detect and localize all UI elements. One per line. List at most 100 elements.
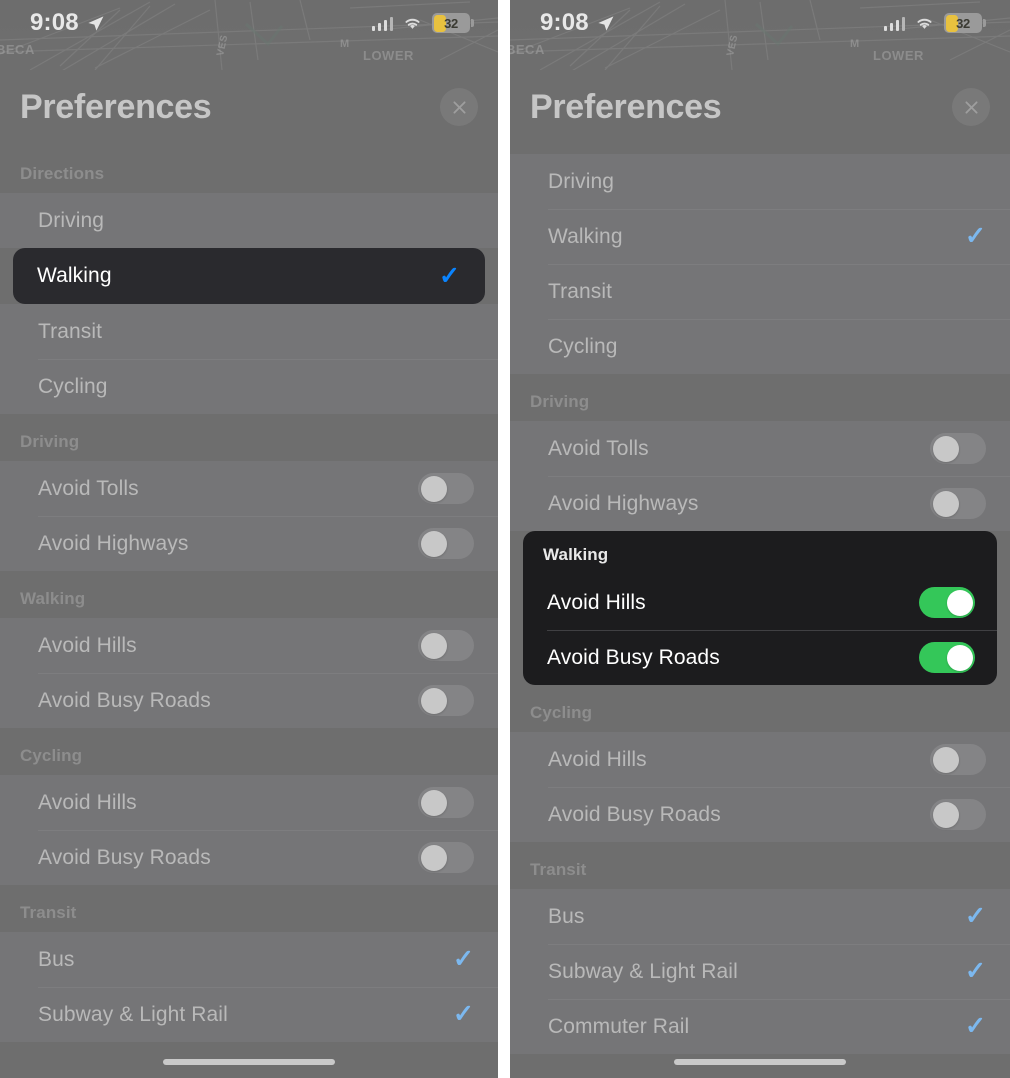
status-bar-right: 32 xyxy=(371,13,474,33)
row-transit[interactable]: Transit xyxy=(510,264,1010,319)
toggle-avoid-hills[interactable] xyxy=(919,587,975,618)
row-commuter-rail[interactable]: Commuter Rail ✓ xyxy=(510,999,1010,1054)
row-bus[interactable]: Bus ✓ xyxy=(0,932,498,987)
toggle-avoid-highways[interactable] xyxy=(930,488,986,519)
row-label: Avoid Busy Roads xyxy=(548,802,721,826)
status-time: 9:08 xyxy=(30,9,79,36)
row-avoid-busy-roads[interactable]: Avoid Busy Roads xyxy=(510,787,1010,842)
row-label: Cycling xyxy=(548,334,618,358)
section-rows: Avoid Hills Avoid Busy Roads xyxy=(510,732,1010,842)
highlighted-section-walking: Walking Avoid Hills Avoid Busy Roads xyxy=(523,531,997,685)
status-bar: 9:08 32 xyxy=(510,0,1010,46)
row-avoid-hills[interactable]: Avoid Hills xyxy=(523,575,997,630)
preferences-list[interactable]: Directions Driving Walking ✓ Transit Cycling D… xyxy=(0,146,498,1042)
section-rows: Avoid Tolls Avoid Highways xyxy=(510,421,1010,531)
section-header-transit: Transit xyxy=(20,903,77,922)
row-label: Avoid Hills xyxy=(38,790,137,814)
status-bar: 9:08 32 xyxy=(0,0,498,46)
row-label: Subway & Light Rail xyxy=(38,1002,228,1026)
toggle-knob xyxy=(932,490,959,517)
toggle-avoid-hills[interactable] xyxy=(930,744,986,775)
toggle-avoid-hills[interactable] xyxy=(418,787,474,818)
location-arrow-icon xyxy=(88,15,104,31)
toggle-avoid-tolls[interactable] xyxy=(930,433,986,464)
row-walking[interactable]: Walking ✓ xyxy=(13,248,485,304)
section-rows: Driving Walking ✓ Transit Cycling xyxy=(510,154,1010,374)
close-button[interactable] xyxy=(952,88,990,126)
toggle-knob xyxy=(420,687,447,714)
row-avoid-hills[interactable]: Avoid Hills xyxy=(510,732,1010,787)
row-label: Avoid Hills xyxy=(547,590,646,614)
row-label: Bus xyxy=(38,947,75,971)
row-subway-light-rail[interactable]: Subway & Light Rail ✓ xyxy=(510,944,1010,999)
toggle-avoid-tolls[interactable] xyxy=(418,473,474,504)
toggle-knob xyxy=(946,644,973,671)
toggle-knob xyxy=(420,530,447,557)
home-indicator xyxy=(163,1059,335,1065)
row-cycling[interactable]: Cycling xyxy=(0,359,498,414)
preferences-sheet: Preferences Driving Walking ✓ Transit Cyclin… xyxy=(510,70,1010,1078)
row-avoid-busy-roads[interactable]: Avoid Busy Roads xyxy=(523,630,997,685)
row-avoid-tolls[interactable]: Avoid Tolls xyxy=(510,421,1010,476)
section-rows: Transit Cycling xyxy=(0,304,498,414)
row-avoid-busy-roads[interactable]: Avoid Busy Roads xyxy=(0,673,498,728)
wifi-icon xyxy=(405,18,420,29)
row-label: Avoid Highways xyxy=(38,531,189,555)
sheet-header: Preferences xyxy=(510,70,1010,146)
row-walking[interactable]: Walking ✓ xyxy=(510,209,1010,264)
row-driving[interactable]: Driving xyxy=(0,193,498,248)
checkmark-icon: ✓ xyxy=(965,957,986,985)
row-label: Avoid Busy Roads xyxy=(38,845,211,869)
row-avoid-tolls[interactable]: Avoid Tolls xyxy=(0,461,498,516)
row-label: Bus xyxy=(548,904,585,928)
toggle-knob xyxy=(420,475,447,502)
row-subway-light-rail[interactable]: Subway & Light Rail ✓ xyxy=(0,987,498,1042)
toggle-avoid-busy-roads[interactable] xyxy=(418,842,474,873)
home-indicator xyxy=(674,1059,846,1065)
preferences-list[interactable]: Driving Walking ✓ Transit Cycling Driving Avoi… xyxy=(510,146,1010,1054)
row-avoid-busy-roads[interactable]: Avoid Busy Roads xyxy=(0,830,498,885)
row-label: Transit xyxy=(38,319,103,343)
row-avoid-hills[interactable]: Avoid Hills xyxy=(0,618,498,673)
section-header-walking: Walking xyxy=(543,545,609,564)
preferences-sheet: Preferences Directions Driving Walking ✓ Tra… xyxy=(0,70,498,1078)
toggle-knob xyxy=(932,435,959,462)
right-phone-panel: BECA VES M LOWER 9:08 32 Preferences Dri… xyxy=(510,0,1010,1078)
status-bar-right: 32 xyxy=(883,13,986,33)
toggle-knob xyxy=(932,746,959,773)
row-avoid-highways[interactable]: Avoid Highways xyxy=(510,476,1010,531)
row-transit[interactable]: Transit xyxy=(0,304,498,359)
toggle-knob xyxy=(420,844,447,871)
toggle-avoid-busy-roads[interactable] xyxy=(919,642,975,673)
section-header-transit: Transit xyxy=(530,860,587,879)
row-label: Walking xyxy=(37,264,112,287)
battery-indicator: 32 xyxy=(432,13,474,33)
row-avoid-highways[interactable]: Avoid Highways xyxy=(0,516,498,571)
battery-percent: 32 xyxy=(956,15,970,31)
cellular-bars-icon xyxy=(883,16,905,31)
close-button[interactable] xyxy=(440,88,478,126)
toggle-avoid-busy-roads[interactable] xyxy=(418,685,474,716)
row-cycling[interactable]: Cycling xyxy=(510,319,1010,374)
section-header-directions: Directions xyxy=(20,164,105,183)
row-bus[interactable]: Bus ✓ xyxy=(510,889,1010,944)
status-bar-left: 9:08 xyxy=(540,9,615,37)
section-header-cycling: Cycling xyxy=(530,703,593,722)
row-label: Avoid Hills xyxy=(548,747,647,771)
battery-percent: 32 xyxy=(444,15,458,31)
row-label: Avoid Highways xyxy=(548,491,699,515)
toggle-knob xyxy=(420,789,447,816)
battery-indicator: 32 xyxy=(944,13,986,33)
section-rows: Bus ✓ Subway & Light Rail ✓ xyxy=(0,932,498,1042)
toggle-avoid-hills[interactable] xyxy=(418,630,474,661)
row-avoid-hills[interactable]: Avoid Hills xyxy=(0,775,498,830)
row-driving[interactable]: Driving xyxy=(510,154,1010,209)
toggle-avoid-highways[interactable] xyxy=(418,528,474,559)
row-label: Avoid Busy Roads xyxy=(38,688,211,712)
toggle-knob xyxy=(946,589,973,616)
section-rows: Avoid Hills Avoid Busy Roads xyxy=(523,575,997,685)
toggle-avoid-busy-roads[interactable] xyxy=(930,799,986,830)
section-header-driving: Driving xyxy=(530,392,590,411)
status-time: 9:08 xyxy=(540,9,589,36)
